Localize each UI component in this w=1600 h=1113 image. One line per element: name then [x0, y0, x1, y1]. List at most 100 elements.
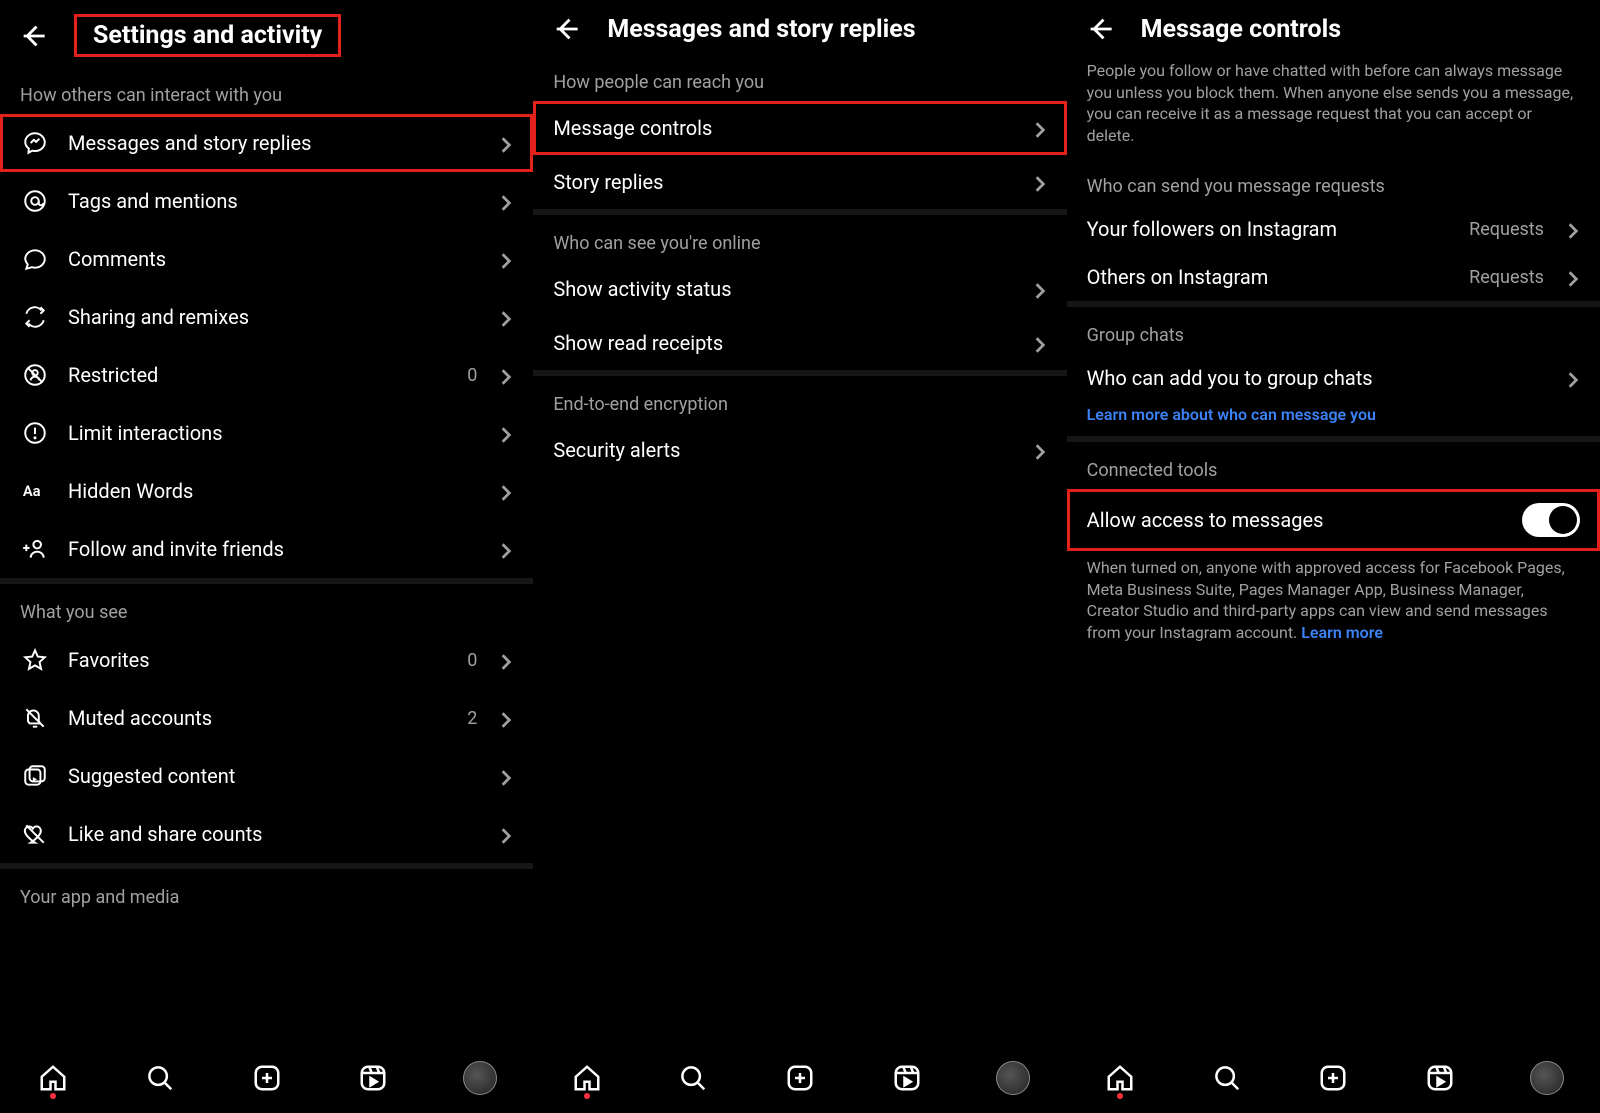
- nav-reels-icon[interactable]: [890, 1061, 924, 1095]
- notification-dot: [584, 1093, 590, 1099]
- row-label: Favorites: [68, 648, 449, 672]
- nav-reels-icon[interactable]: [356, 1061, 390, 1095]
- bell-off-icon: [20, 703, 50, 733]
- message-controls-panel: Message controls People you follow or ha…: [1067, 0, 1600, 1113]
- page-title: Settings and activity: [74, 14, 341, 57]
- nav-home-icon[interactable]: [1103, 1061, 1137, 1095]
- chevron-right-icon: [499, 194, 513, 208]
- row-messages-story-replies[interactable]: Messages and story replies: [0, 114, 533, 172]
- settings-panel: Settings and activity How others can int…: [0, 0, 533, 1113]
- row-value: Requests: [1469, 219, 1548, 240]
- row-followers-requests[interactable]: Your followers on Instagram Requests: [1067, 205, 1600, 253]
- chevron-right-icon: [499, 711, 513, 725]
- row-restricted[interactable]: Restricted 0: [0, 346, 533, 404]
- row-security-alerts[interactable]: Security alerts: [533, 423, 1066, 477]
- row-label: Follow and invite friends: [68, 537, 481, 561]
- row-group-chats[interactable]: Who can add you to group chats: [1067, 354, 1600, 402]
- nav-home-icon[interactable]: [36, 1061, 70, 1095]
- nav-create-icon[interactable]: [250, 1061, 284, 1095]
- at-icon: [20, 186, 50, 216]
- row-activity-status[interactable]: Show activity status: [533, 262, 1066, 316]
- row-allow-access-messages[interactable]: Allow access to messages: [1067, 489, 1600, 551]
- row-label: Suggested content: [68, 764, 481, 788]
- heart-off-icon: [20, 819, 50, 849]
- nav-create-icon[interactable]: [1316, 1061, 1350, 1095]
- suggested-icon: [20, 761, 50, 791]
- row-read-receipts[interactable]: Show read receipts: [533, 316, 1066, 370]
- learn-more-link[interactable]: Learn more: [1301, 623, 1383, 642]
- section-label: How people can reach you: [533, 54, 1066, 101]
- chevron-right-icon: [499, 368, 513, 382]
- chevron-right-icon: [499, 653, 513, 667]
- row-label: Sharing and remixes: [68, 305, 481, 329]
- row-label: Allow access to messages: [1087, 508, 1504, 532]
- chevron-right-icon: [1566, 270, 1580, 284]
- row-favorites[interactable]: Favorites 0: [0, 631, 533, 689]
- back-arrow-icon[interactable]: [551, 14, 581, 44]
- section-label: Connected tools: [1067, 442, 1600, 489]
- nav-profile-icon[interactable]: [463, 1061, 497, 1095]
- row-label: Limit interactions: [68, 421, 481, 445]
- header: Message controls: [1067, 0, 1600, 54]
- chevron-right-icon: [499, 827, 513, 841]
- nav-home-icon[interactable]: [570, 1061, 604, 1095]
- nav-search-icon[interactable]: [676, 1061, 710, 1095]
- chevron-right-icon: [1033, 175, 1047, 189]
- notification-dot: [50, 1093, 56, 1099]
- row-limit-interactions[interactable]: Limit interactions: [0, 404, 533, 462]
- svg-text:Aa: Aa: [23, 482, 41, 500]
- messages-story-panel: Messages and story replies How people ca…: [533, 0, 1066, 1113]
- chevron-right-icon: [499, 542, 513, 556]
- restricted-icon: [20, 360, 50, 390]
- chevron-right-icon: [499, 769, 513, 783]
- row-value: Requests: [1469, 267, 1548, 288]
- row-tags-mentions[interactable]: Tags and mentions: [0, 172, 533, 230]
- nav-search-icon[interactable]: [1210, 1061, 1244, 1095]
- row-sharing-remixes[interactable]: Sharing and remixes: [0, 288, 533, 346]
- row-label: Messages and story replies: [68, 131, 481, 155]
- intro-text: People you follow or have chatted with b…: [1067, 54, 1600, 156]
- comment-icon: [20, 244, 50, 274]
- row-story-replies[interactable]: Story replies: [533, 155, 1066, 209]
- row-others-requests[interactable]: Others on Instagram Requests: [1067, 253, 1600, 301]
- row-suggested-content[interactable]: Suggested content: [0, 747, 533, 805]
- chevron-right-icon: [499, 136, 513, 150]
- row-label: Your followers on Instagram: [1087, 217, 1452, 241]
- learn-more-link[interactable]: Learn more about who can message you: [1087, 405, 1376, 424]
- page-title: Messages and story replies: [607, 15, 915, 44]
- section-label: What you see: [0, 584, 533, 631]
- page-title: Message controls: [1141, 15, 1341, 44]
- remix-icon: [20, 302, 50, 332]
- section-label: How others can interact with you: [0, 67, 533, 114]
- row-like-share-counts[interactable]: Like and share counts: [0, 805, 533, 863]
- back-arrow-icon[interactable]: [18, 21, 48, 51]
- nav-profile-icon[interactable]: [1530, 1061, 1564, 1095]
- chevron-right-icon: [1566, 222, 1580, 236]
- row-label: Comments: [68, 247, 481, 271]
- row-muted[interactable]: Muted accounts 2: [0, 689, 533, 747]
- row-follow-invite[interactable]: Follow and invite friends: [0, 520, 533, 578]
- nav-profile-icon[interactable]: [996, 1061, 1030, 1095]
- row-label: Security alerts: [553, 438, 1014, 462]
- bottom-nav: [533, 1050, 1066, 1105]
- chevron-right-icon: [1033, 121, 1047, 135]
- section-label: Who can send you message requests: [1067, 156, 1600, 205]
- star-icon: [20, 645, 50, 675]
- row-label: Tags and mentions: [68, 189, 481, 213]
- row-hidden-words[interactable]: Aa Hidden Words: [0, 462, 533, 520]
- bottom-nav: [0, 1050, 533, 1105]
- section-label: Who can see you're online: [533, 215, 1066, 262]
- row-comments[interactable]: Comments: [0, 230, 533, 288]
- section-label: End-to-end encryption: [533, 376, 1066, 423]
- bottom-nav: [1067, 1050, 1600, 1105]
- toggle-on[interactable]: [1522, 503, 1580, 537]
- row-label: Who can add you to group chats: [1087, 366, 1548, 390]
- row-label: Story replies: [553, 170, 1014, 194]
- nav-create-icon[interactable]: [783, 1061, 817, 1095]
- chevron-right-icon: [1033, 336, 1047, 350]
- row-message-controls[interactable]: Message controls: [533, 101, 1066, 155]
- chevron-right-icon: [1033, 282, 1047, 296]
- back-arrow-icon[interactable]: [1085, 14, 1115, 44]
- nav-reels-icon[interactable]: [1423, 1061, 1457, 1095]
- nav-search-icon[interactable]: [143, 1061, 177, 1095]
